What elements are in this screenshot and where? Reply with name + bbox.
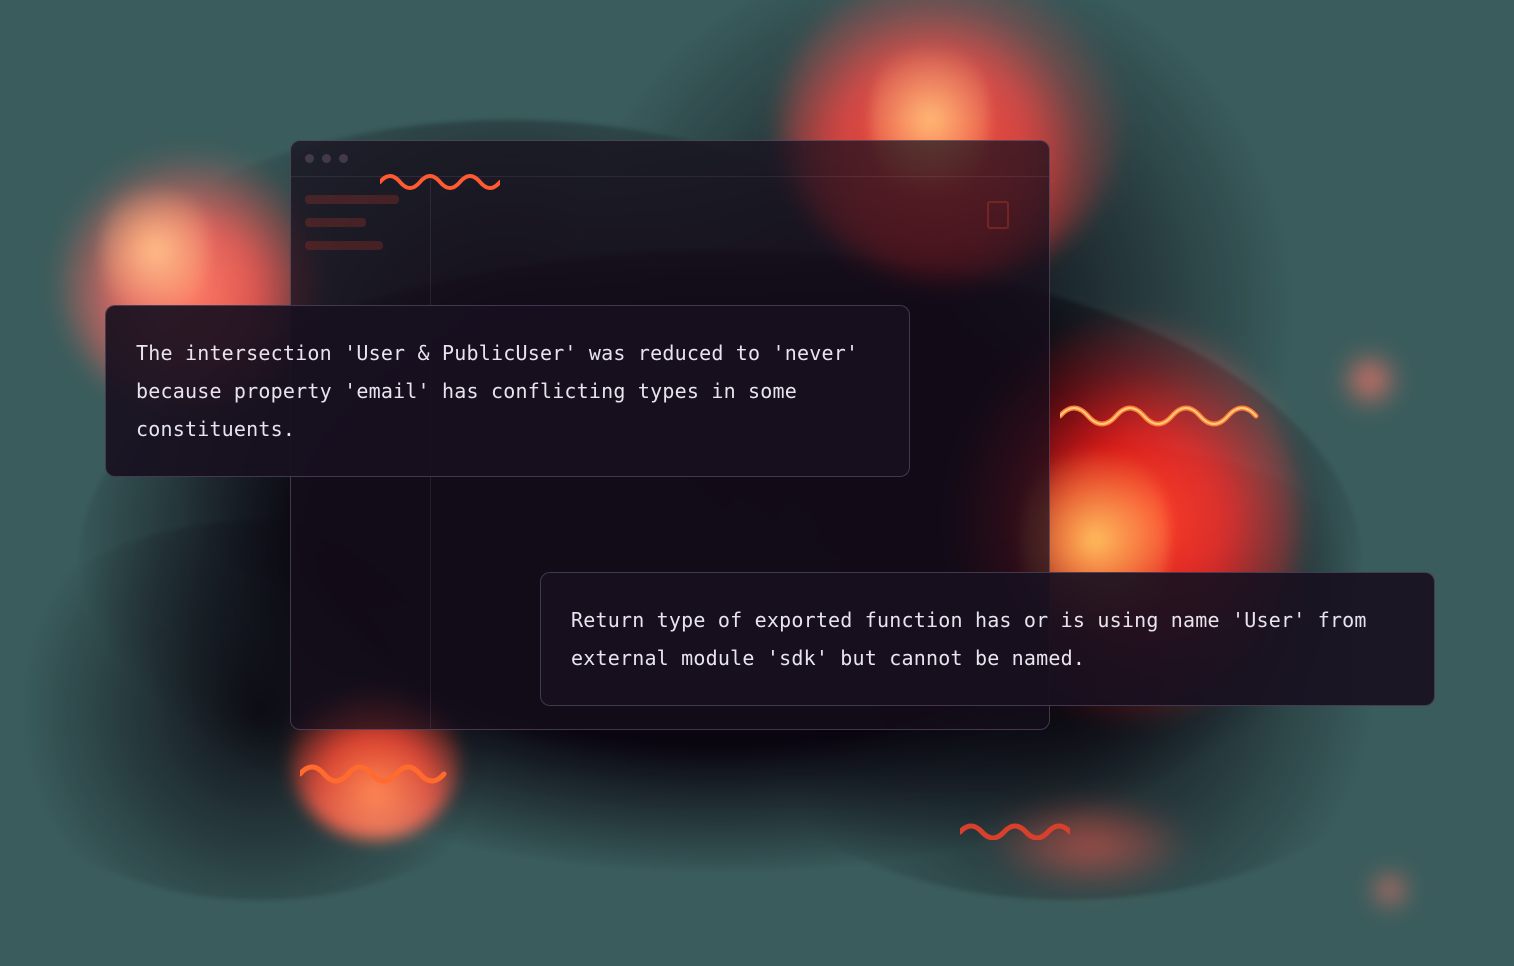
traffic-light-icon[interactable] [322,154,331,163]
sidebar-placeholder [305,195,399,204]
error-message: The intersection 'User & PublicUser' was… [136,334,879,448]
stage: The intersection 'User & PublicUser' was… [0,0,1514,966]
error-tooltip: Return type of exported function has or … [540,572,1435,706]
traffic-light-icon[interactable] [305,154,314,163]
fire-accent [990,800,1190,890]
document-icon [987,201,1009,229]
error-tooltip: The intersection 'User & PublicUser' was… [105,305,910,477]
error-squiggle-icon [960,820,1070,840]
traffic-light-icon[interactable] [339,154,348,163]
window-titlebar [291,141,1049,177]
sidebar-placeholder [305,241,383,250]
sidebar-placeholder [305,218,366,227]
error-squiggle-icon [1060,400,1260,428]
error-squiggle-icon [300,760,450,784]
error-message: Return type of exported function has or … [571,601,1404,677]
fire-accent [1340,350,1400,410]
fire-accent [1370,870,1410,910]
